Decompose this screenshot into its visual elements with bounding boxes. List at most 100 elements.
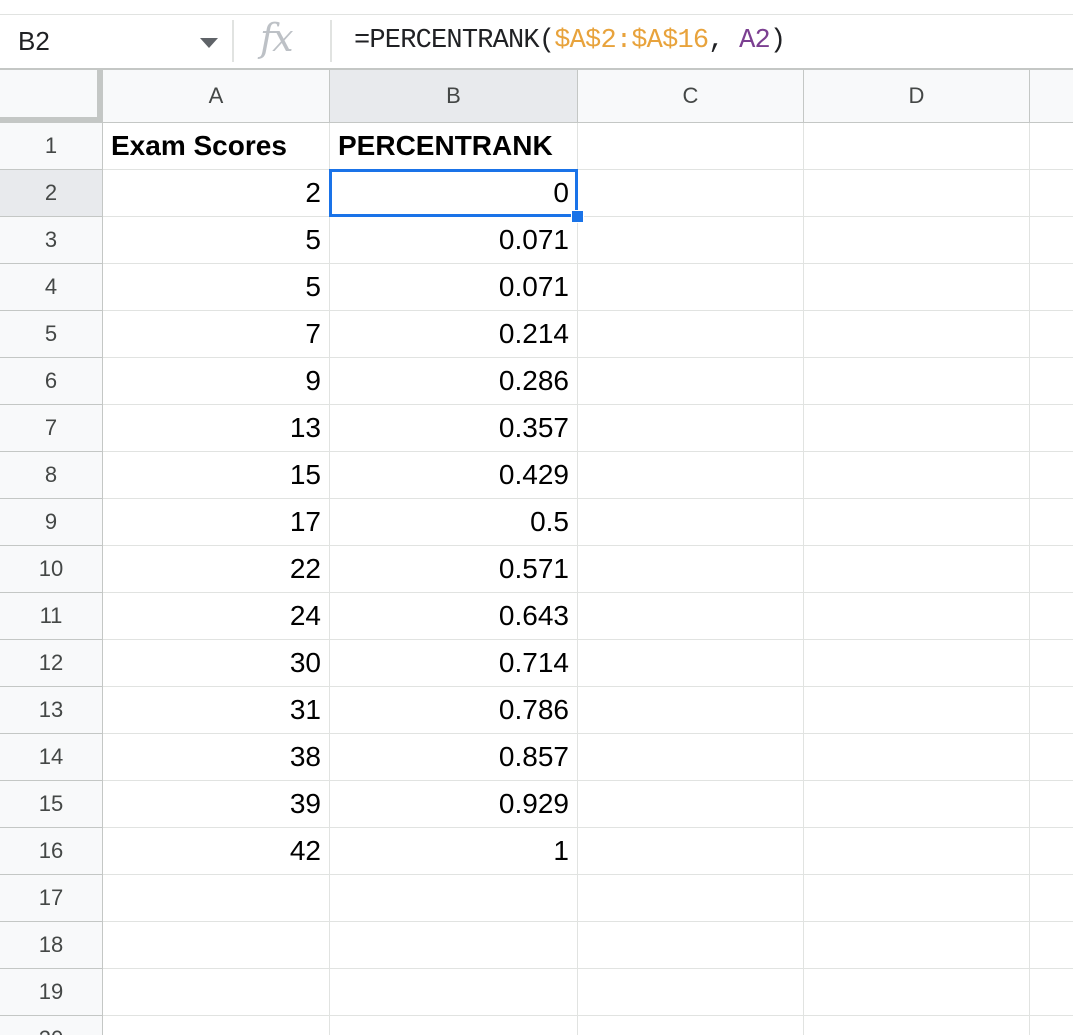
cell-b20[interactable]	[330, 1016, 578, 1035]
row-header-17[interactable]: 17	[0, 875, 103, 922]
cell-d20[interactable]	[804, 1016, 1030, 1035]
column-header-b[interactable]: B	[330, 70, 578, 123]
cell-a19[interactable]	[103, 969, 330, 1016]
cell-e3[interactable]	[1030, 217, 1073, 264]
cell-c15[interactable]	[578, 781, 804, 828]
row-header-10[interactable]: 10	[0, 546, 103, 593]
cell-a8[interactable]: 15	[103, 452, 330, 499]
cell-a10[interactable]: 22	[103, 546, 330, 593]
cell-b8[interactable]: 0.429	[330, 452, 578, 499]
chevron-down-icon[interactable]	[200, 38, 218, 48]
fill-handle[interactable]	[571, 210, 584, 223]
cell-c20[interactable]	[578, 1016, 804, 1035]
row-header-14[interactable]: 14	[0, 734, 103, 781]
row-header-11[interactable]: 11	[0, 593, 103, 640]
cell-e2[interactable]	[1030, 170, 1073, 217]
cell-b3[interactable]: 0.071	[330, 217, 578, 264]
cell-b2[interactable]: 0	[330, 170, 578, 217]
cell-c2[interactable]	[578, 170, 804, 217]
cell-a1[interactable]: Exam Scores	[103, 123, 330, 170]
cell-d16[interactable]	[804, 828, 1030, 875]
cell-d7[interactable]	[804, 405, 1030, 452]
cell-c14[interactable]	[578, 734, 804, 781]
row-header-9[interactable]: 9	[0, 499, 103, 546]
formula-input[interactable]: =PERCENTRANK($A$2:$A$16, A2)	[354, 26, 786, 56]
cell-d12[interactable]	[804, 640, 1030, 687]
cell-a14[interactable]: 38	[103, 734, 330, 781]
cell-e4[interactable]	[1030, 264, 1073, 311]
cell-c12[interactable]	[578, 640, 804, 687]
cell-e19[interactable]	[1030, 969, 1073, 1016]
cell-c11[interactable]	[578, 593, 804, 640]
cell-e8[interactable]	[1030, 452, 1073, 499]
cell-a11[interactable]: 24	[103, 593, 330, 640]
cell-e6[interactable]	[1030, 358, 1073, 405]
cell-d8[interactable]	[804, 452, 1030, 499]
cell-e12[interactable]	[1030, 640, 1073, 687]
row-header-2[interactable]: 2	[0, 170, 103, 217]
cell-b14[interactable]: 0.857	[330, 734, 578, 781]
cell-e1[interactable]	[1030, 123, 1073, 170]
cell-d2[interactable]	[804, 170, 1030, 217]
cell-c5[interactable]	[578, 311, 804, 358]
cell-e14[interactable]	[1030, 734, 1073, 781]
cell-a18[interactable]	[103, 922, 330, 969]
row-header-20[interactable]: 20	[0, 1016, 103, 1035]
name-box[interactable]: B2	[18, 26, 50, 57]
cell-e17[interactable]	[1030, 875, 1073, 922]
cell-e18[interactable]	[1030, 922, 1073, 969]
cell-e10[interactable]	[1030, 546, 1073, 593]
cell-d4[interactable]	[804, 264, 1030, 311]
row-header-3[interactable]: 3	[0, 217, 103, 264]
cell-a6[interactable]: 9	[103, 358, 330, 405]
cell-a3[interactable]: 5	[103, 217, 330, 264]
cell-a16[interactable]: 42	[103, 828, 330, 875]
row-header-4[interactable]: 4	[0, 264, 103, 311]
cell-d17[interactable]	[804, 875, 1030, 922]
row-header-13[interactable]: 13	[0, 687, 103, 734]
cell-c17[interactable]	[578, 875, 804, 922]
cell-b6[interactable]: 0.286	[330, 358, 578, 405]
cell-d9[interactable]	[804, 499, 1030, 546]
cell-e13[interactable]	[1030, 687, 1073, 734]
cell-b9[interactable]: 0.5	[330, 499, 578, 546]
cell-a2[interactable]: 2	[103, 170, 330, 217]
cell-b5[interactable]: 0.214	[330, 311, 578, 358]
row-header-5[interactable]: 5	[0, 311, 103, 358]
row-header-1[interactable]: 1	[0, 123, 103, 170]
cell-a4[interactable]: 5	[103, 264, 330, 311]
cell-e16[interactable]	[1030, 828, 1073, 875]
cell-c19[interactable]	[578, 969, 804, 1016]
cell-b10[interactable]: 0.571	[330, 546, 578, 593]
row-header-6[interactable]: 6	[0, 358, 103, 405]
cell-d19[interactable]	[804, 969, 1030, 1016]
cell-d14[interactable]	[804, 734, 1030, 781]
cell-c1[interactable]	[578, 123, 804, 170]
cell-a9[interactable]: 17	[103, 499, 330, 546]
cell-d3[interactable]	[804, 217, 1030, 264]
cell-b15[interactable]: 0.929	[330, 781, 578, 828]
cell-d15[interactable]	[804, 781, 1030, 828]
cell-c13[interactable]	[578, 687, 804, 734]
row-header-12[interactable]: 12	[0, 640, 103, 687]
cell-b4[interactable]: 0.071	[330, 264, 578, 311]
cell-d6[interactable]	[804, 358, 1030, 405]
cell-b7[interactable]: 0.357	[330, 405, 578, 452]
cell-c4[interactable]	[578, 264, 804, 311]
column-header-e[interactable]	[1030, 70, 1073, 123]
cell-c8[interactable]	[578, 452, 804, 499]
row-header-8[interactable]: 8	[0, 452, 103, 499]
select-all-corner[interactable]	[0, 70, 103, 123]
cell-c16[interactable]	[578, 828, 804, 875]
cell-a13[interactable]: 31	[103, 687, 330, 734]
cell-c9[interactable]	[578, 499, 804, 546]
cell-d10[interactable]	[804, 546, 1030, 593]
cell-b19[interactable]	[330, 969, 578, 1016]
cell-b17[interactable]	[330, 875, 578, 922]
cell-c3[interactable]	[578, 217, 804, 264]
cell-a12[interactable]: 30	[103, 640, 330, 687]
cell-b13[interactable]: 0.786	[330, 687, 578, 734]
cell-e5[interactable]	[1030, 311, 1073, 358]
cell-d11[interactable]	[804, 593, 1030, 640]
cell-c6[interactable]	[578, 358, 804, 405]
